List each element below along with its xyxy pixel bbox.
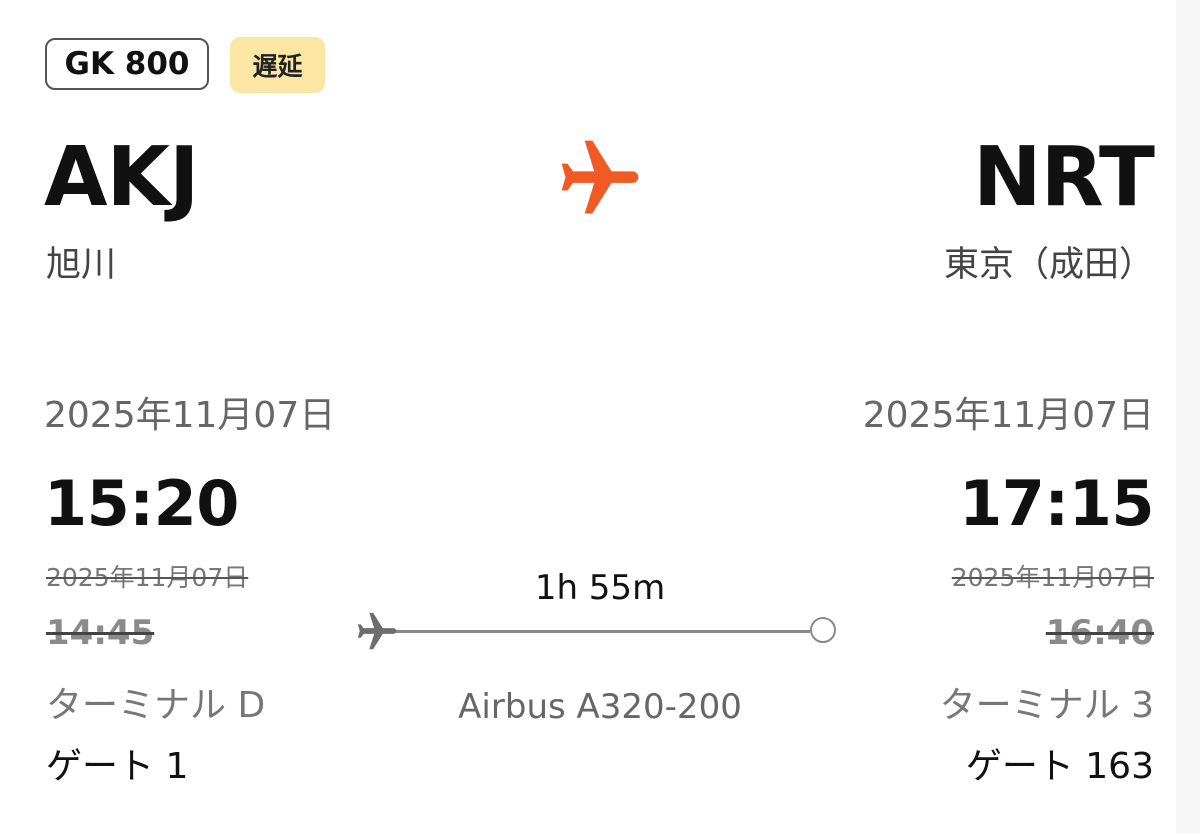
status-badge: 遅延	[230, 37, 325, 93]
flight-number-badge: GK 800	[45, 38, 209, 90]
destination-airport-code: NRT	[972, 130, 1155, 225]
airplane-icon	[357, 612, 397, 650]
origin-city: 旭川	[46, 245, 117, 285]
destination-circle-icon	[810, 617, 836, 643]
destination-city: 東京（成田）	[943, 245, 1154, 285]
departure-time: 15:20	[44, 467, 239, 540]
scheduled-arrival-time: 16:40	[1045, 613, 1154, 653]
origin-date: 2025年11月07日	[44, 395, 336, 436]
flight-duration: 1h 55m	[534, 568, 666, 608]
destination-terminal: ターミナル 3	[939, 685, 1154, 726]
destination-gate: ゲート 163	[965, 746, 1154, 787]
airplane-icon	[561, 140, 639, 214]
origin-airport-code: AKJ	[44, 130, 200, 225]
scheduled-departure-time: 14:45	[46, 613, 155, 653]
destination-date: 2025年11月07日	[862, 395, 1154, 436]
flight-progress-line	[392, 630, 810, 633]
origin-gate: ゲート 1	[46, 746, 189, 787]
arrival-time: 17:15	[959, 467, 1154, 540]
